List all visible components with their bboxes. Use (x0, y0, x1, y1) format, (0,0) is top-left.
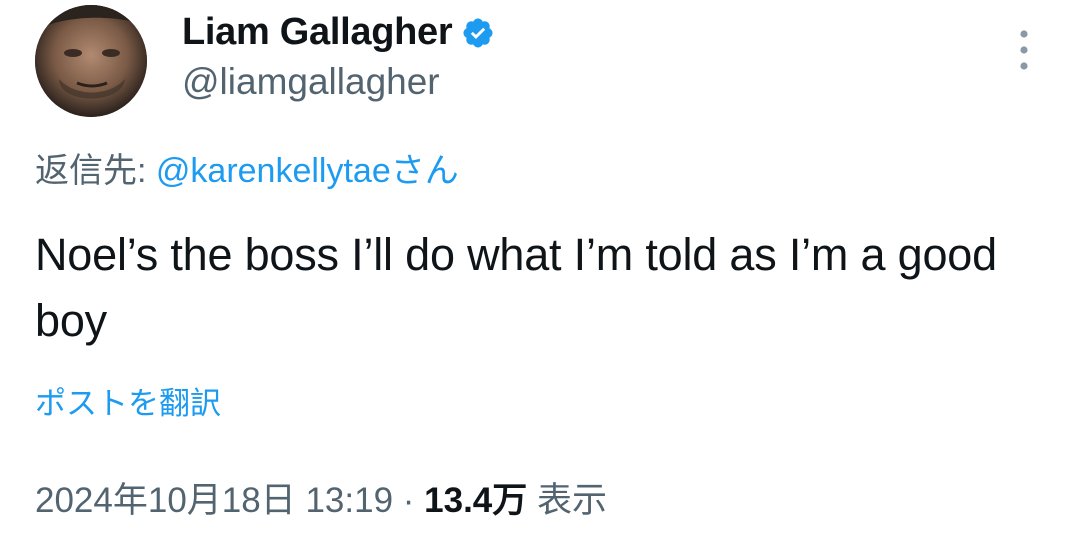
author-handle[interactable]: @liamgallagher (182, 59, 440, 105)
more-options-icon[interactable] (1010, 28, 1038, 72)
author-name-row[interactable]: Liam Gallagher (182, 8, 495, 56)
reply-to-prefix: 返信先: (35, 152, 156, 190)
reply-to-line: 返信先: @karenkellytaeさん (35, 148, 459, 194)
translate-post-link[interactable]: ポストを翻訳 (35, 382, 221, 426)
reply-mention-link[interactable]: @karenkellytae (156, 152, 391, 190)
avatar[interactable] (35, 5, 147, 117)
views-count: 13.4万 (424, 481, 528, 520)
verified-badge-icon[interactable] (461, 16, 495, 50)
avatar-image (35, 5, 147, 117)
views-label: 表示 (527, 481, 608, 520)
tweet-text: Noel’s the boss I’ll do what I’m told as… (35, 229, 997, 346)
meta-separator: · (393, 481, 425, 520)
author-display-name[interactable]: Liam Gallagher (182, 8, 453, 56)
reply-mention-suffix[interactable]: さん (391, 152, 459, 190)
tweet-timestamp[interactable]: 2024年10月18日 13:19 (35, 481, 393, 520)
tweet-meta: 2024年10月18日 13:19 · 13.4万 表示 (35, 476, 607, 526)
